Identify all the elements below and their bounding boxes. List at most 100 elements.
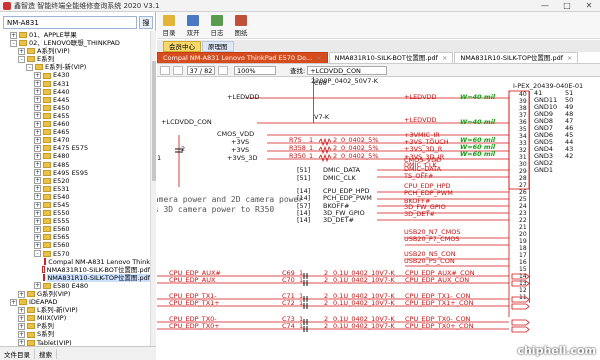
expand-toggle-icon[interactable]: + xyxy=(34,88,41,96)
tree-row[interactable]: NMA831R10-SILK-TOP位置图.pdf xyxy=(0,273,150,282)
tree-row[interactable]: + E560 xyxy=(0,241,150,249)
tree-row[interactable]: + E555 xyxy=(0,217,150,225)
tree-row[interactable]: + E560 xyxy=(0,225,150,233)
tree-row[interactable]: + E480 xyxy=(0,152,150,160)
expand-toggle-icon[interactable]: - xyxy=(34,250,41,258)
tree-row[interactable]: + E531 xyxy=(0,185,150,193)
tree-scrollbar[interactable] xyxy=(150,31,156,346)
document-tab[interactable]: NMA831R10-SILK-BOT位置图.pdf × xyxy=(328,52,454,63)
tree-row[interactable]: + MIIX(VIP) xyxy=(0,314,150,322)
expand-toggle-icon[interactable]: + xyxy=(34,169,41,177)
tree-row[interactable]: NMA831R10-SILK-BOT位置图.pdf xyxy=(0,266,150,274)
tree-row[interactable]: + E450 xyxy=(0,104,150,112)
tree-row[interactable]: + E540 xyxy=(0,193,150,201)
expand-toggle-icon[interactable]: + xyxy=(34,128,41,136)
expand-toggle-icon[interactable]: + xyxy=(34,177,41,185)
tree-row[interactable]: + E495 E595 xyxy=(0,169,150,177)
minimize-button[interactable]: — xyxy=(534,1,556,10)
expand-toggle-icon[interactable]: + xyxy=(34,201,41,209)
tree-row[interactable]: - E系列-新(VIP) xyxy=(0,63,150,71)
expand-toggle-icon[interactable]: + xyxy=(34,161,41,169)
zoom-select[interactable]: 100% xyxy=(234,65,276,75)
expand-toggle-icon[interactable]: + xyxy=(34,72,41,80)
expand-toggle-icon[interactable]: + xyxy=(34,193,41,201)
mode-tab-1[interactable]: 原理图 xyxy=(202,40,234,52)
tree-row[interactable]: + E550 xyxy=(0,209,150,217)
tree-row[interactable]: + IDEAPAD xyxy=(0,298,150,306)
tree-row[interactable]: - E570 xyxy=(0,250,150,258)
expand-toggle-icon[interactable]: - xyxy=(26,63,33,71)
tree-row[interactable]: + E565 xyxy=(0,233,150,241)
close-tab-icon[interactable]: × xyxy=(442,54,447,62)
tree-row[interactable]: +01、APPLE苹果 xyxy=(0,31,150,39)
expand-toggle-icon[interactable]: + xyxy=(18,306,25,314)
mode-tab-0[interactable]: 会员中心 xyxy=(163,40,201,52)
tree-row[interactable]: + L系列-新(VIP) xyxy=(0,306,150,314)
tree-row[interactable]: + E460 xyxy=(0,120,150,128)
tree-row[interactable]: + Tablet(VIP) xyxy=(0,339,150,346)
tree-row[interactable]: + E445 xyxy=(0,96,150,104)
expand-toggle-icon[interactable]: + xyxy=(18,339,25,346)
page-number-field[interactable]: 37 / 82 xyxy=(187,65,215,75)
expand-toggle-icon[interactable]: + xyxy=(10,298,17,306)
expand-toggle-icon[interactable]: + xyxy=(34,96,41,104)
expand-toggle-icon[interactable]: + xyxy=(34,104,41,112)
tree-row[interactable]: + E545 xyxy=(0,201,150,209)
expand-toggle-icon[interactable]: + xyxy=(18,322,25,330)
expand-toggle-icon[interactable]: + xyxy=(34,144,41,152)
find-input[interactable]: +LCDVDD_CON xyxy=(307,65,388,75)
expand-toggle-icon[interactable]: + xyxy=(34,80,41,88)
close-tab-icon[interactable]: × xyxy=(316,54,321,62)
expand-toggle-icon[interactable]: + xyxy=(18,331,25,339)
toolbar-button-2[interactable]: 日志 xyxy=(205,12,229,39)
prev-page-icon[interactable] xyxy=(173,65,183,75)
tree-row[interactable]: + E485 xyxy=(0,161,150,169)
tree-row[interactable]: + E465 xyxy=(0,128,150,136)
expand-toggle-icon[interactable]: + xyxy=(10,31,17,39)
toolbar-button-3[interactable]: 图纸 xyxy=(229,12,253,39)
schematic-view[interactable]: 2200P_0402_50V7-K I-PEX_20439-040E-01 +LED… xyxy=(157,77,600,360)
tree-row[interactable]: + E440 xyxy=(0,88,150,96)
tree-row[interactable]: + E520 xyxy=(0,177,150,185)
tree-row[interactable]: + E430 xyxy=(0,71,150,79)
scrollbar-thumb[interactable] xyxy=(152,61,156,181)
document-tab[interactable]: NMA831R10-SILK-TOP位置图.pdf × xyxy=(454,52,579,63)
expand-toggle-icon[interactable]: + xyxy=(34,136,41,144)
tree-search-input[interactable]: NM-A831 xyxy=(3,16,137,29)
tree-row[interactable]: + A系列(VIP) xyxy=(0,47,150,55)
tree-row[interactable]: + E455 xyxy=(0,112,150,120)
tree-row[interactable]: Compal NM-A831 Lenovo Think xyxy=(0,258,150,266)
close-button[interactable]: ✕ xyxy=(578,1,600,10)
tree-row[interactable]: + E470 xyxy=(0,136,150,144)
tree-row[interactable]: + P系列 xyxy=(0,322,150,330)
tree-row[interactable]: - 02、LENOVO联想_THINKPAD xyxy=(0,39,150,47)
tree-row[interactable]: + E475 E575 xyxy=(0,144,150,152)
expand-toggle-icon[interactable]: + xyxy=(34,120,41,128)
expand-toggle-icon[interactable]: + xyxy=(18,47,25,55)
expand-toggle-icon[interactable]: + xyxy=(18,290,25,298)
toolbar-button-1[interactable]: 双开 xyxy=(181,12,205,39)
left-tab[interactable]: 搜索 xyxy=(35,348,57,359)
print-icon[interactable] xyxy=(160,65,170,75)
expand-toggle-icon[interactable]: + xyxy=(34,233,41,241)
next-page-icon[interactable] xyxy=(218,65,228,75)
expand-toggle-icon[interactable]: + xyxy=(34,185,41,193)
document-tab[interactable]: Compal NM-A831 Lenovo ThinkPad E570 Do..… xyxy=(157,52,328,63)
tree-row[interactable]: + G系列(VIP) xyxy=(0,290,150,298)
left-tab[interactable]: 文件目录 xyxy=(0,348,35,359)
expand-toggle-icon[interactable]: - xyxy=(10,39,17,47)
close-tab-icon[interactable]: × xyxy=(567,54,572,62)
expand-toggle-icon[interactable]: + xyxy=(34,225,41,233)
tree-row[interactable]: + S系列 xyxy=(0,330,150,338)
expand-toggle-icon[interactable]: + xyxy=(34,152,41,160)
toolbar-button-0[interactable]: 目录 xyxy=(157,12,181,39)
expand-toggle-icon[interactable]: + xyxy=(18,314,25,322)
tree-row[interactable]: + E431 xyxy=(0,80,150,88)
expand-toggle-icon[interactable]: - xyxy=(18,55,25,63)
expand-toggle-icon[interactable]: + xyxy=(34,241,41,249)
tree-search-button[interactable]: 搜 xyxy=(139,16,153,29)
maximize-button[interactable]: □ xyxy=(556,1,578,10)
expand-toggle-icon[interactable]: + xyxy=(34,217,41,225)
expand-toggle-icon[interactable]: + xyxy=(34,209,41,217)
expand-toggle-icon[interactable]: + xyxy=(34,282,41,290)
